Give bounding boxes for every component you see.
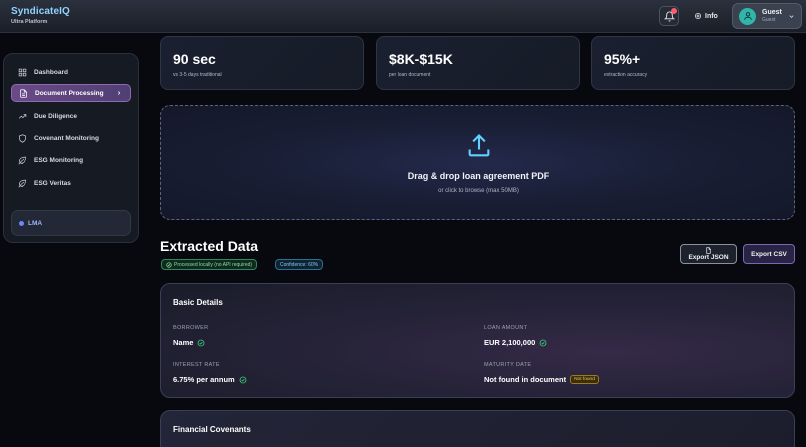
sidebar-item-due-diligence[interactable]: Due Diligence <box>11 107 131 125</box>
financial-covenants-card: Financial Covenants <box>160 410 795 447</box>
info-label: Info <box>705 12 718 20</box>
sidebar-item-label: Dashboard <box>34 68 68 76</box>
field-text: Not found in document <box>484 375 567 384</box>
user-menu[interactable]: Guest Guest <box>732 3 802 29</box>
sidebar-item-label: Document Processing <box>35 89 104 97</box>
badge-label: Confidence: 60% <box>280 261 319 268</box>
borrower-label: BORROWER <box>173 325 209 331</box>
upload-subtitle: or click to browse (max 50MB) <box>438 188 519 194</box>
user-icon <box>743 12 752 20</box>
sidebar: Dashboard Document Processing Due Dilige… <box>3 53 139 243</box>
card-title: Financial Covenants <box>173 425 251 434</box>
borrower-value: Name <box>173 338 205 347</box>
chevron-down-icon <box>789 15 794 18</box>
grid-icon <box>18 68 27 76</box>
field-text: 6.75% per annum <box>173 375 235 384</box>
confidence-badge: Confidence: 60% <box>275 259 324 270</box>
stat-value: 90 sec <box>173 51 216 67</box>
check-circle-icon <box>198 339 205 346</box>
card-title: Basic Details <box>173 298 223 307</box>
document-icon <box>20 88 27 98</box>
field-text: Name <box>173 338 194 347</box>
processed-locally-badge: Processed locally (no API required) <box>161 259 258 270</box>
lma-label: LMA <box>28 219 43 227</box>
top-bar: SyndicateIQ Ultra Platform Info Guest Gu… <box>0 0 806 33</box>
export-csv-button[interactable]: Export CSV <box>743 244 795 264</box>
sidebar-item-label: Due Diligence <box>34 112 77 120</box>
not-found-badge: Not found <box>570 375 599 384</box>
notifications-button[interactable] <box>659 6 679 26</box>
stat-label: per loan document <box>389 72 431 78</box>
basic-details-card: Basic Details BORROWER Name LOAN AMOUNT … <box>160 283 795 398</box>
interest-rate-value: 6.75% per annum <box>173 375 247 384</box>
sidebar-item-label: ESG Monitoring <box>34 156 84 164</box>
maturity-date-label: MATURITY DATE <box>484 362 532 368</box>
avatar <box>739 7 756 25</box>
trend-icon <box>18 113 27 119</box>
stat-card-processing-time: 90 sec vs 3-5 days traditional <box>160 36 364 90</box>
stat-card-savings: $8K-$15K per loan document <box>376 36 580 90</box>
file-icon <box>706 247 711 254</box>
stat-value: $8K-$15K <box>389 51 453 67</box>
section-title: Extracted Data <box>160 238 259 254</box>
brand-subtitle: Ultra Platform <box>11 19 48 25</box>
leaf-icon <box>18 156 26 164</box>
sidebar-item-dashboard[interactable]: Dashboard <box>11 63 131 81</box>
lma-panel[interactable]: LMA <box>11 210 131 236</box>
sidebar-item-esg-monitoring[interactable]: ESG Monitoring <box>11 151 131 169</box>
upload-dropzone[interactable]: Drag & drop loan agreement PDF or click … <box>160 105 795 220</box>
sidebar-item-document-processing[interactable]: Document Processing <box>11 84 131 102</box>
check-circle-icon <box>166 261 172 268</box>
sidebar-item-covenant-monitoring[interactable]: Covenant Monitoring <box>11 129 131 147</box>
stat-value: 95%+ <box>604 51 641 67</box>
field-text: EUR 2,100,000 <box>484 338 536 347</box>
button-label: Export JSON <box>688 254 729 261</box>
loan-amount-value: EUR 2,100,000 <box>484 338 547 347</box>
stat-label: vs 3-5 days traditional <box>173 72 222 78</box>
upload-title: Drag & drop loan agreement PDF <box>407 171 550 181</box>
user-name: Guest <box>762 9 782 16</box>
user-role: Guest <box>762 17 776 23</box>
info-button[interactable]: Info <box>690 8 722 24</box>
status-dot <box>19 220 24 226</box>
export-json-button[interactable]: Export JSON <box>680 244 737 264</box>
stat-label: extraction accuracy <box>604 72 648 78</box>
sidebar-item-esg-veritas[interactable]: ESG Veritas <box>11 174 131 192</box>
brand[interactable]: SyndicateIQ Ultra Platform <box>11 6 70 25</box>
badge-label: Processed locally (no API required) <box>174 261 253 268</box>
stat-card-accuracy: 95%+ extraction accuracy <box>591 36 795 90</box>
gear-icon <box>694 12 702 20</box>
sidebar-item-label: ESG Veritas <box>34 179 71 187</box>
chevron-right-icon <box>117 91 121 95</box>
button-label: Export CSV <box>751 250 787 258</box>
maturity-date-value: Not found in document Not found <box>484 375 599 384</box>
loan-amount-label: LOAN AMOUNT <box>484 325 528 331</box>
leaf-icon <box>18 179 26 187</box>
check-circle-icon <box>539 339 547 346</box>
check-circle-icon <box>239 376 247 383</box>
sidebar-item-label: Covenant Monitoring <box>34 134 99 142</box>
notification-dot <box>671 8 677 14</box>
upload-icon <box>468 134 490 157</box>
brand-title: SyndicateIQ <box>11 6 70 17</box>
shield-icon <box>19 133 26 143</box>
interest-rate-label: INTEREST RATE <box>173 362 220 368</box>
